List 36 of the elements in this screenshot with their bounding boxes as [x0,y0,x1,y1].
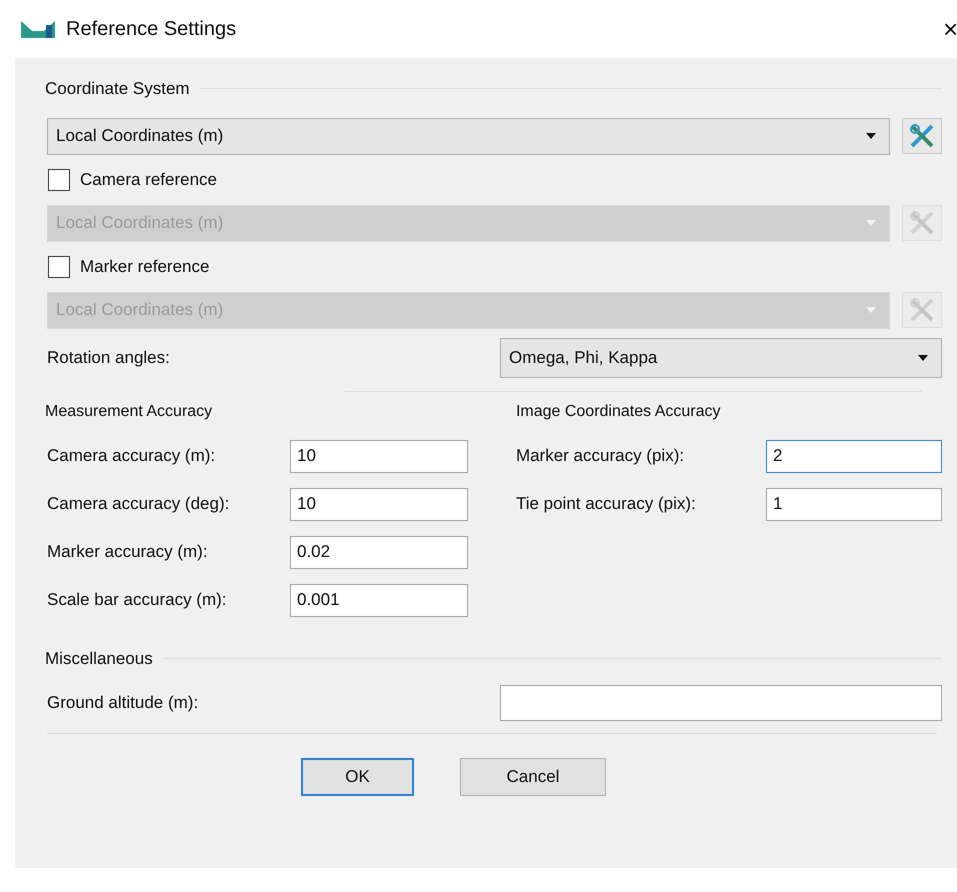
caret-icon [865,132,877,140]
input-field[interactable]: 2 [766,440,942,472]
app-icon [20,19,56,39]
input-field[interactable]: 1 [766,488,942,520]
field-label: Marker accuracy (pix): [516,445,686,468]
input-field[interactable]: 10 [290,440,468,472]
field-label: Ground altitude (m): [47,692,198,714]
caret-icon [865,306,877,314]
cancel-button[interactable]: Cancel [460,758,606,796]
group-title: Coordinate System [45,78,190,100]
checkbox-label: Marker reference [80,256,210,278]
input-field[interactable] [500,685,942,721]
field-label: Camera accuracy (m): [46,445,216,468]
close-button[interactable]: × [943,16,957,42]
tools-icon [908,209,936,237]
tools-button[interactable] [902,118,942,154]
dropdown[interactable]: Local Coordinates (m) [47,118,890,154]
group-title: Measurement Accuracy [45,402,214,422]
field-label: Rotation angles: [47,346,170,369]
input-field[interactable]: 0.02 [290,536,468,568]
window-title: Reference Settings [66,17,236,42]
input-field[interactable]: 10 [290,488,468,520]
field-label: Tie point accuracy (pix): [516,493,697,516]
group-title: Miscellaneous [45,648,153,670]
caret-icon [865,219,877,227]
group-title: Image Coordinates Accuracy [516,402,722,422]
dropdown[interactable]: Omega, Phi, Kappa [500,338,942,378]
tools-icon [908,296,936,324]
input-field[interactable]: 0.001 [290,584,468,616]
tools-icon [908,122,936,150]
ok-button[interactable]: OK [301,758,414,796]
field-label: Scale bar accuracy (m): [46,589,228,612]
field-label: Camera accuracy (deg): [46,493,230,516]
caret-icon [917,354,929,362]
field-label: Marker accuracy (m): [46,541,209,564]
checkbox-label: Camera reference [80,168,218,191]
